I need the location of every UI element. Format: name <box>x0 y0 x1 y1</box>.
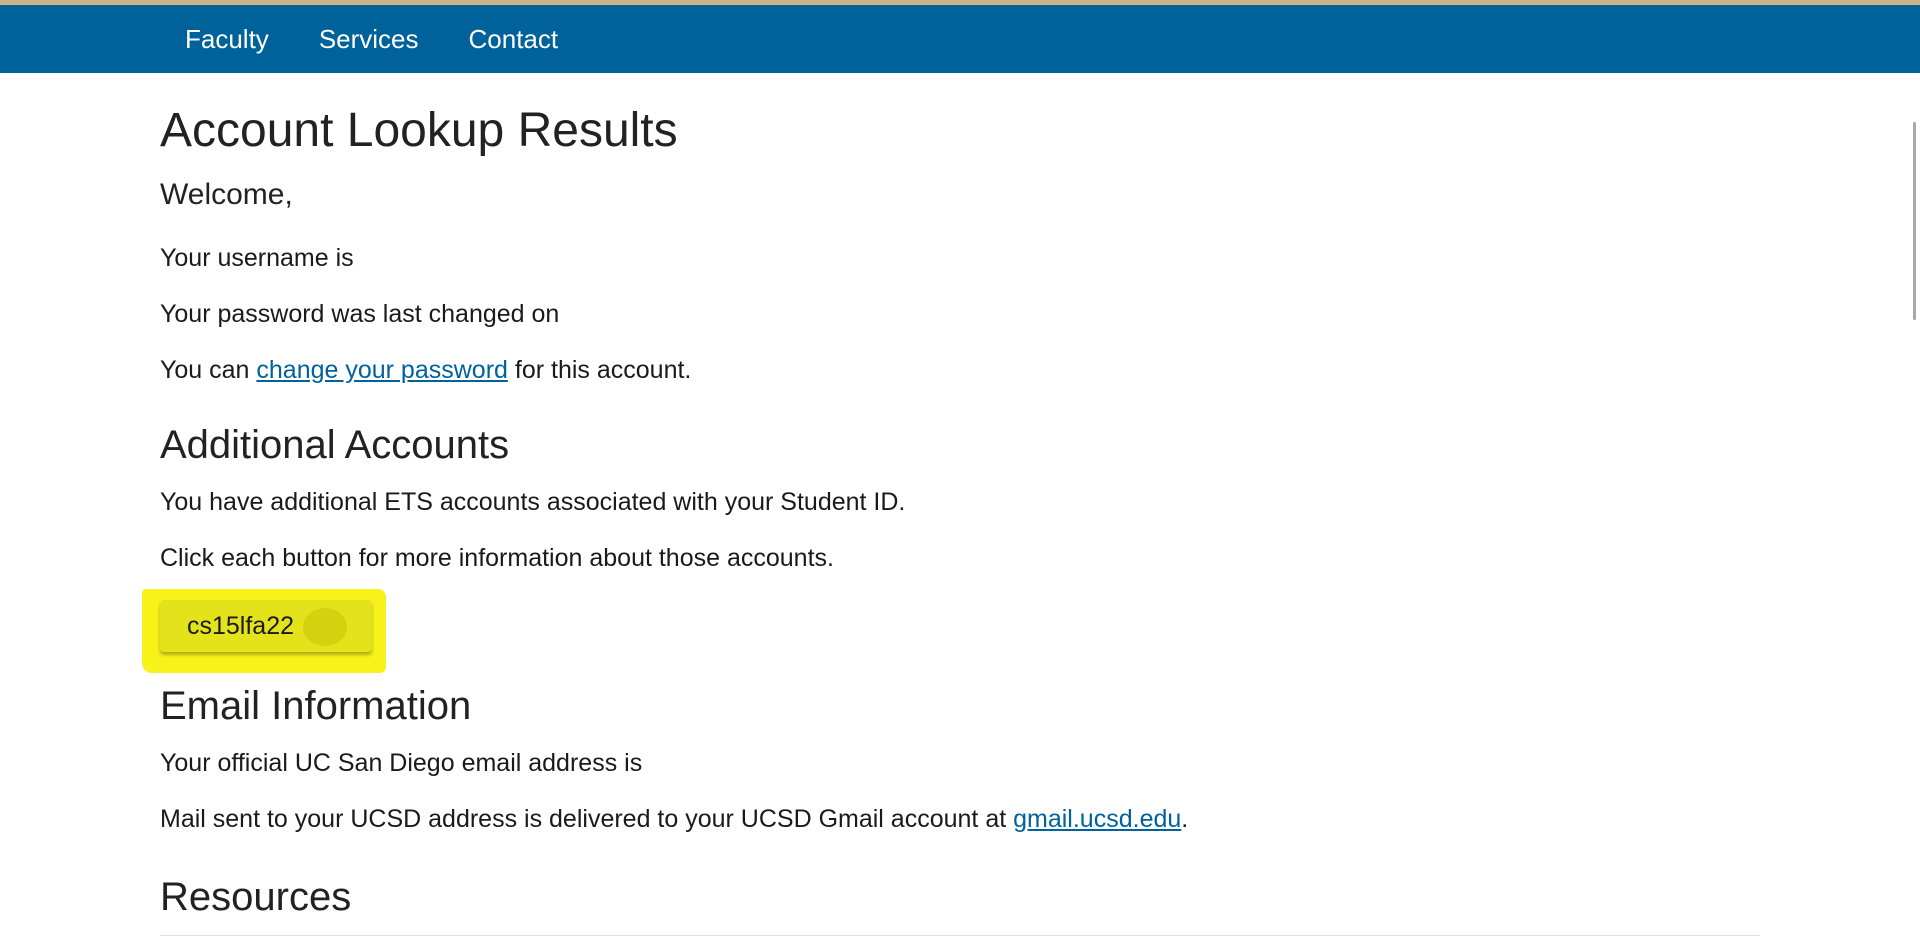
additional-accounts-instructions: Click each button for more information a… <box>160 544 834 572</box>
nav-link-services[interactable]: Services <box>294 5 444 73</box>
password-changed-text: Your password was last changed on <box>160 300 560 328</box>
gmail-delivery-suffix: . <box>1181 805 1189 833</box>
official-email-text: Your official UC San Diego email address… <box>160 749 643 777</box>
change-password-prefix: You can <box>160 356 257 384</box>
nav-link-faculty[interactable]: Faculty <box>160 5 294 73</box>
click-indicator <box>303 608 347 646</box>
additional-accounts-text: You have additional ETS accounts associa… <box>160 488 906 516</box>
nav-list: Faculty Services Contact <box>160 5 583 73</box>
account-button-cs15lfa22[interactable]: cs15lfa22 <box>160 600 372 652</box>
nav-link-contact[interactable]: Contact <box>444 5 584 73</box>
gmail-delivery-prefix: Mail sent to your UCSD address is delive… <box>160 805 1014 833</box>
account-button-label: cs15lfa22 <box>187 611 295 640</box>
main-navbar: Faculty Services Contact <box>0 5 1920 73</box>
email-information-heading: Email Information <box>160 684 472 728</box>
welcome-text: Welcome, <box>160 178 293 211</box>
resources-heading: Resources <box>160 875 352 919</box>
scrollbar-thumb[interactable] <box>1913 122 1916 320</box>
page-title: Account Lookup Results <box>160 104 678 157</box>
change-password-suffix: for this account. <box>507 356 692 384</box>
section-divider <box>160 935 1760 936</box>
username-text: Your username is <box>160 244 354 272</box>
gmail-link[interactable]: gmail.ucsd.edu <box>1013 805 1181 833</box>
change-password-link[interactable]: change your password <box>256 356 508 384</box>
additional-accounts-heading: Additional Accounts <box>160 423 510 467</box>
change-password-line: You can change your password for this ac… <box>160 355 691 385</box>
gmail-delivery-text: Mail sent to your UCSD address is delive… <box>160 804 1188 834</box>
